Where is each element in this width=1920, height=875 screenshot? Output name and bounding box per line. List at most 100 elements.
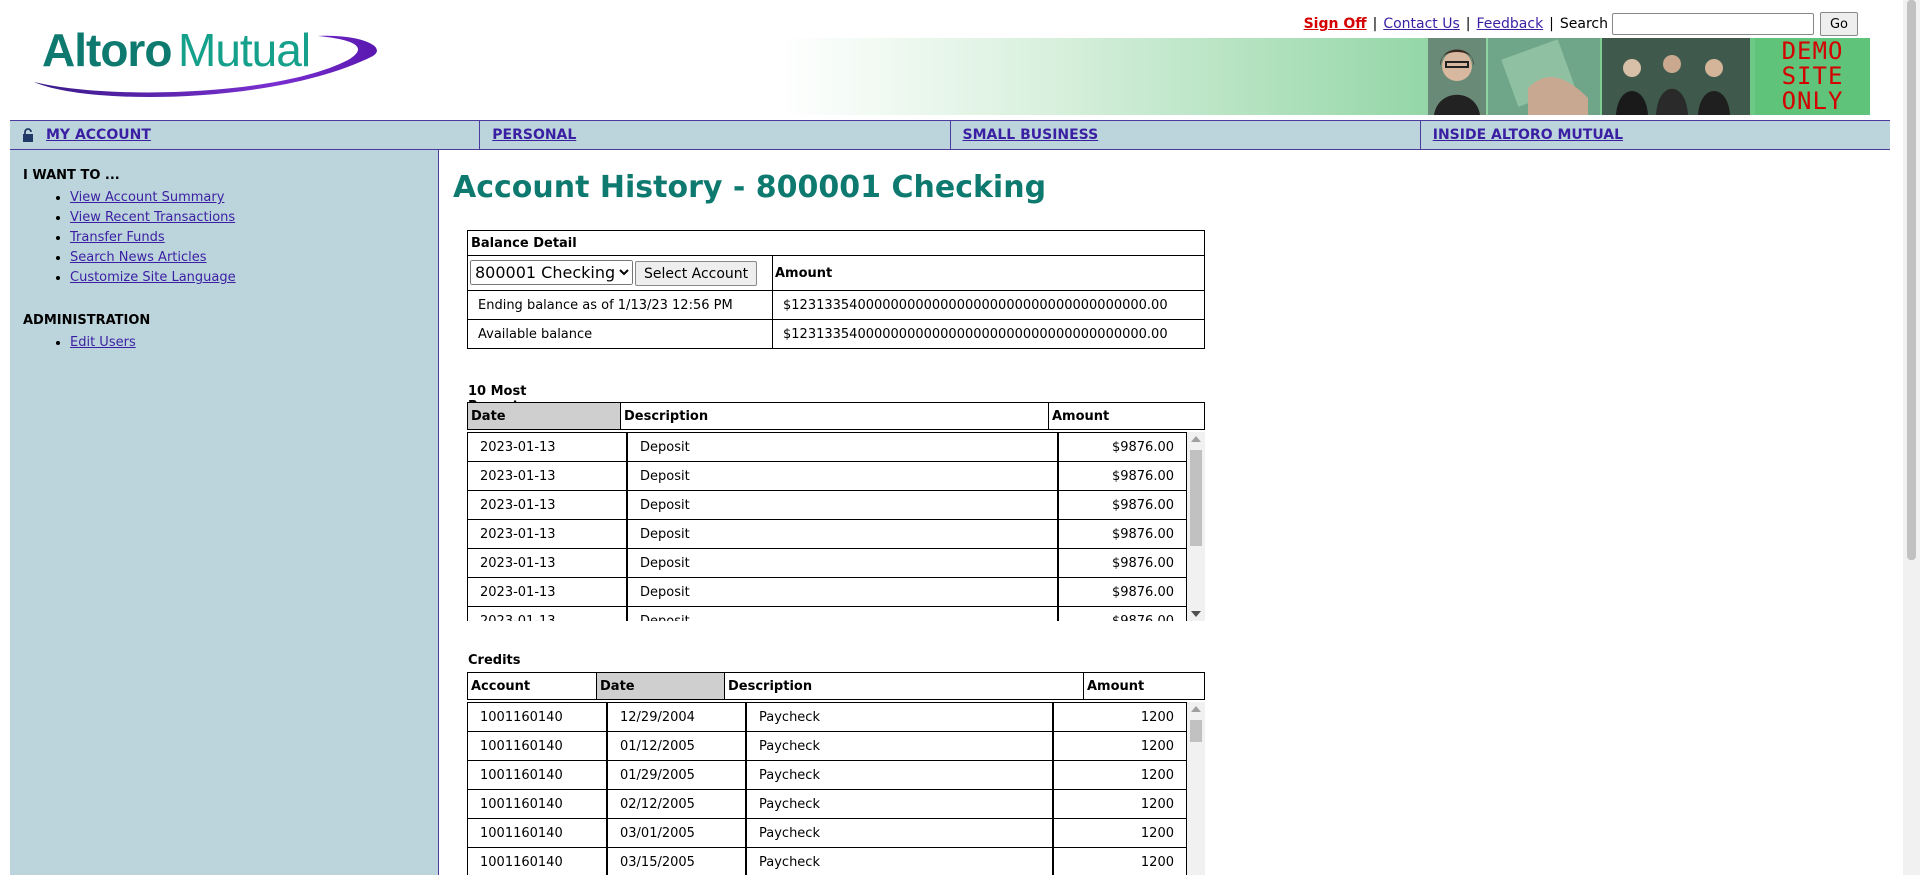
logo-swoosh: Altoro Mutual: [34, 24, 377, 98]
account-summary-link[interactable]: View Account Summary: [70, 190, 224, 205]
recent-transactions-list[interactable]: 2023-01-13 Deposit $9876.00 2023-01-13 Depo…: [467, 432, 1187, 621]
available-balance-amount: $123133540000000000000000000000000000000…: [772, 319, 1205, 349]
account-cell: 1001160140: [467, 732, 607, 761]
scroll-thumb[interactable]: [1190, 450, 1202, 546]
meeting-photo: [1602, 38, 1750, 115]
svg-text:Mutual: Mutual: [178, 26, 310, 76]
amount-cell: 1200: [1053, 790, 1187, 819]
altoro-mutual-logo[interactable]: Altoro Mutual: [28, 24, 383, 100]
tab-small-business[interactable]: SMALL BUSINESS: [949, 121, 1420, 149]
account-cell: 1001160140: [467, 761, 607, 790]
amount-cell: $9876.00: [1058, 491, 1187, 520]
date-column-header[interactable]: Date: [467, 402, 621, 430]
lock-icon: [23, 128, 33, 142]
svg-text:Altoro: Altoro: [42, 26, 171, 76]
account-column-header[interactable]: Account: [467, 672, 597, 700]
description-cell: Paycheck: [746, 761, 1053, 790]
description-cell: Deposit: [627, 607, 1058, 621]
page-scroll-thumb[interactable]: [1907, 0, 1916, 560]
sidebar: I WANT TO ... View Account Summary View …: [10, 150, 439, 875]
tab-inside-altoro[interactable]: INSIDE ALTORO MUTUAL: [1419, 121, 1890, 149]
scroll-thumb[interactable]: [1190, 720, 1202, 742]
description-cell: Deposit: [627, 520, 1058, 549]
sidebar-admin-list: Edit Users: [30, 333, 136, 353]
scroll-up-arrow[interactable]: [1191, 436, 1201, 442]
date-cell: 02/12/2005: [607, 790, 746, 819]
amount-cell: $9876.00: [1058, 549, 1187, 578]
search-label: Search: [1559, 16, 1608, 32]
sidebar-item-transfer-funds: Transfer Funds: [70, 228, 236, 248]
description-cell: Deposit: [627, 578, 1058, 607]
scroll-down-arrow[interactable]: [1191, 611, 1201, 617]
amount-cell: $9876.00: [1058, 520, 1187, 549]
amount-cell: $9876.00: [1058, 462, 1187, 491]
sign-off-link[interactable]: Sign Off: [1304, 16, 1367, 32]
description-cell: Deposit: [627, 432, 1058, 462]
description-cell: Paycheck: [746, 848, 1053, 875]
credits-title: Credits: [468, 653, 521, 668]
credit-description-column-header[interactable]: Description: [724, 672, 1084, 700]
available-balance-label: Available balance: [467, 319, 773, 349]
tab-personal[interactable]: PERSONAL: [479, 121, 949, 149]
edit-users-link[interactable]: Edit Users: [70, 335, 136, 350]
account-cell: 1001160140: [467, 848, 607, 875]
table-row: 2023-01-13 Deposit $9876.00: [467, 549, 1187, 578]
table-row: 2023-01-13 Deposit $9876.00: [467, 520, 1187, 549]
credit-amount-column-header[interactable]: Amount: [1083, 672, 1205, 700]
table-row: 2023-01-13 Deposit $9876.00: [467, 491, 1187, 520]
credit-date-column-header[interactable]: Date: [596, 672, 725, 700]
credits-header: Account Date Description Amount: [467, 672, 1205, 700]
amount-cell: 1200: [1053, 702, 1187, 732]
select-account-button[interactable]: Select Account: [635, 261, 758, 287]
description-cell: Paycheck: [746, 819, 1053, 848]
utility-links: Sign Off | Contact Us | Feedback | Searc…: [1304, 12, 1858, 36]
amount-header: Amount: [772, 255, 1205, 291]
account-select[interactable]: 800001 Checking: [470, 259, 633, 285]
description-cell: Paycheck: [746, 702, 1053, 732]
separator: |: [1549, 16, 1554, 32]
transfer-funds-link[interactable]: Transfer Funds: [70, 230, 165, 245]
ending-balance-label: Ending balance as of 1/13/23 12:56 PM: [467, 290, 773, 320]
tab-my-account[interactable]: MY ACCOUNT: [10, 121, 479, 149]
go-button[interactable]: Go: [1820, 12, 1858, 36]
credits-list[interactable]: 1001160140 12/29/2004 Paycheck 1200 1001160…: [467, 702, 1187, 875]
search-news-link[interactable]: Search News Articles: [70, 250, 207, 265]
contact-us-link[interactable]: Contact Us: [1383, 16, 1459, 32]
calculator-photo: [1488, 38, 1600, 115]
recent-transactions-link[interactable]: View Recent Transactions: [70, 210, 235, 225]
amount-cell: 1200: [1053, 732, 1187, 761]
recent-transactions-scrollbar[interactable]: [1187, 432, 1205, 621]
search-input[interactable]: [1612, 13, 1814, 35]
balance-detail-table: Balance Detail 800001 Checking Select Ac…: [467, 230, 1205, 349]
description-cell: Deposit: [627, 491, 1058, 520]
description-cell: Deposit: [627, 549, 1058, 578]
site-language-link[interactable]: Customize Site Language: [70, 270, 236, 285]
sidebar-item-account-summary: View Account Summary: [70, 188, 236, 208]
demo-line: SITE: [1781, 62, 1844, 90]
sidebar-admin-title: ADMINISTRATION: [23, 313, 151, 328]
table-row: 1001160140 03/01/2005 Paycheck 1200: [467, 819, 1187, 848]
tab-small-business-label[interactable]: SMALL BUSINESS: [963, 127, 1099, 143]
sidebar-actions-list: View Account Summary View Recent Transac…: [30, 188, 236, 288]
table-row: 1001160140 01/29/2005 Paycheck 1200: [467, 761, 1187, 790]
feedback-link[interactable]: Feedback: [1477, 16, 1544, 32]
description-cell: Paycheck: [746, 732, 1053, 761]
demo-line: DEMO: [1781, 37, 1844, 65]
tab-personal-label[interactable]: PERSONAL: [492, 127, 576, 143]
tab-inside-altoro-label[interactable]: INSIDE ALTORO MUTUAL: [1433, 127, 1623, 143]
amount-cell: $9876.00: [1058, 607, 1187, 621]
amount-column-header[interactable]: Amount: [1048, 402, 1205, 430]
account-cell: 1001160140: [467, 790, 607, 819]
date-cell: 2023-01-13: [467, 520, 627, 549]
header-banner: DEMO SITE ONLY: [780, 38, 1870, 115]
sidebar-item-site-language: Customize Site Language: [70, 268, 236, 288]
scroll-up-arrow[interactable]: [1191, 706, 1201, 712]
description-column-header[interactable]: Description: [620, 402, 1049, 430]
balance-detail-header: Balance Detail: [467, 230, 1205, 256]
tab-my-account-label[interactable]: MY ACCOUNT: [46, 127, 151, 143]
credits-scrollbar[interactable]: [1187, 702, 1205, 875]
amount-cell: 1200: [1053, 848, 1187, 875]
table-row: 1001160140 02/12/2005 Paycheck 1200: [467, 790, 1187, 819]
account-select-cell: 800001 Checking Select Account: [467, 255, 773, 291]
page-scrollbar[interactable]: [1903, 0, 1920, 875]
